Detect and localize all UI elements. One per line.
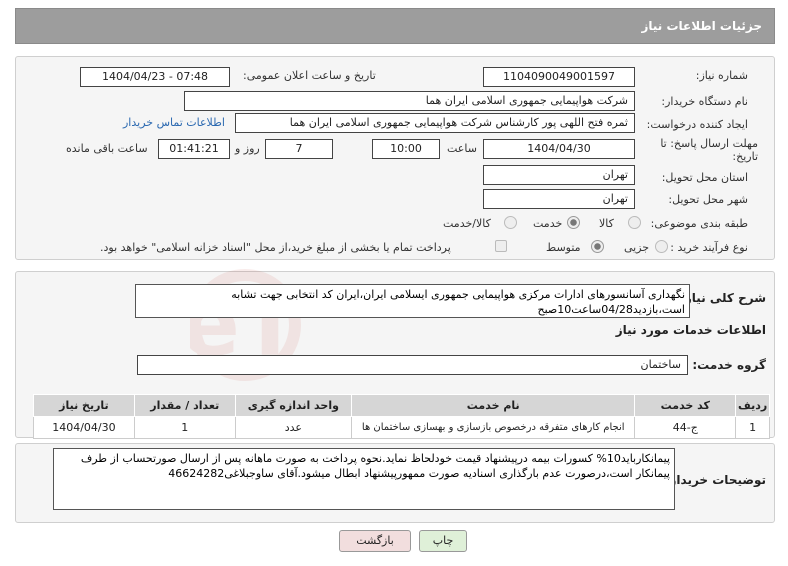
buyer-contact-link[interactable]: اطلاعات تماس خریدار xyxy=(123,116,225,129)
category-label: طبقه بندی موضوعی: xyxy=(650,217,748,230)
description-textarea[interactable]: نگهداری آسانسورهای ادارات مرکزی هواپیمای… xyxy=(135,284,690,318)
col-quantity: تعداد / مقدار xyxy=(133,394,236,417)
deadline-time-field: 10:00 xyxy=(372,139,440,159)
cell-service-name: انجام کارهای متفرقه درخصوص بازسازی و بهس… xyxy=(351,416,636,439)
buyer-org-label: نام دستگاه خریدار: xyxy=(661,95,748,108)
cell-quantity: 1 xyxy=(133,416,236,439)
creator-label: ایجاد کننده درخواست: xyxy=(646,118,748,131)
treasury-checkbox[interactable] xyxy=(495,240,507,252)
page-header: جزئیات اطلاعات نیاز xyxy=(15,8,775,44)
cell-service-code: ج-44 xyxy=(634,416,737,439)
deadline-label: مهلت ارسال پاسخ: تا تاریخ: xyxy=(660,137,758,163)
announce-label: تاریخ و ساعت اعلان عمومی: xyxy=(243,69,376,82)
cell-unit: عدد xyxy=(234,416,353,439)
process-option-minor: جزیی xyxy=(624,241,650,254)
need-number-label: شماره نیاز: xyxy=(695,69,748,82)
category-option-goods: کالا xyxy=(599,217,614,230)
services-table: ردیف کد خدمت نام خدمت واحد اندازه گیری ت… xyxy=(33,394,770,439)
treasury-note: پرداخت تمام یا بخشی از مبلغ خرید،از محل … xyxy=(100,241,451,254)
city-field: تهران xyxy=(483,189,635,209)
remaining-time-label: ساعت باقی مانده xyxy=(66,142,148,155)
category-radio-goods[interactable] xyxy=(628,216,641,229)
process-radio-medium[interactable] xyxy=(591,240,604,253)
province-field: تهران xyxy=(483,165,635,185)
category-option-goods-service: کالا/خدمت xyxy=(443,217,491,230)
services-section-title: اطلاعات خدمات مورد نیاز xyxy=(615,323,766,337)
province-label: استان محل تحویل: xyxy=(661,171,748,184)
creator-field: ثمره فتح اللهی پور کارشناس شرکت هواپیمای… xyxy=(235,113,635,133)
deadline-date-field: 1404/04/30 xyxy=(483,139,635,159)
service-group-field: ساختمان xyxy=(137,355,688,375)
process-label: نوع فرآیند خرید : xyxy=(670,241,748,254)
table-row: 1 ج-44 انجام کارهای متفرقه درخصوص بازساز… xyxy=(33,416,770,439)
category-radio-goods-service[interactable] xyxy=(504,216,517,229)
process-option-medium: متوسط xyxy=(546,241,581,254)
deadline-time-label: ساعت xyxy=(447,142,477,155)
category-radio-service[interactable] xyxy=(567,216,580,229)
service-group-label: گروه خدمت: xyxy=(692,358,766,372)
col-row: ردیف xyxy=(735,394,770,417)
col-service-name: نام خدمت xyxy=(351,394,636,417)
remaining-time-field: 01:41:21 xyxy=(158,139,230,159)
col-service-code: کد خدمت xyxy=(634,394,737,417)
announce-datetime-field: 1404/04/23 - 07:48 xyxy=(80,67,230,87)
description-label: شرح کلی نیاز: xyxy=(680,291,766,305)
print-button[interactable]: چاپ xyxy=(419,530,467,552)
back-button[interactable]: بازگشت xyxy=(339,530,411,552)
process-radio-minor[interactable] xyxy=(655,240,668,253)
buyer-notes-label: توضیحات خریدار: xyxy=(664,473,766,487)
need-number-field: 1104090049001597 xyxy=(483,67,635,87)
cell-row: 1 xyxy=(735,416,770,439)
city-label: شهر محل تحویل: xyxy=(668,193,748,206)
days-remaining-field: 7 xyxy=(265,139,333,159)
buyer-notes-textarea[interactable]: پیمانکارباید10% کسورات بیمه درپیشنهاد قی… xyxy=(53,448,675,510)
buyer-org-field: شرکت هواپیمایی جمهوری اسلامی ایران هما xyxy=(184,91,635,111)
cell-need-date: 1404/04/30 xyxy=(33,416,135,439)
category-option-service: خدمت xyxy=(533,217,563,230)
services-table-header: ردیف کد خدمت نام خدمت واحد اندازه گیری ت… xyxy=(33,394,770,417)
col-unit: واحد اندازه گیری xyxy=(234,394,353,417)
days-label: روز و xyxy=(235,142,260,155)
page-title: جزئیات اطلاعات نیاز xyxy=(641,19,762,33)
col-need-date: تاریخ نیاز xyxy=(33,394,135,417)
